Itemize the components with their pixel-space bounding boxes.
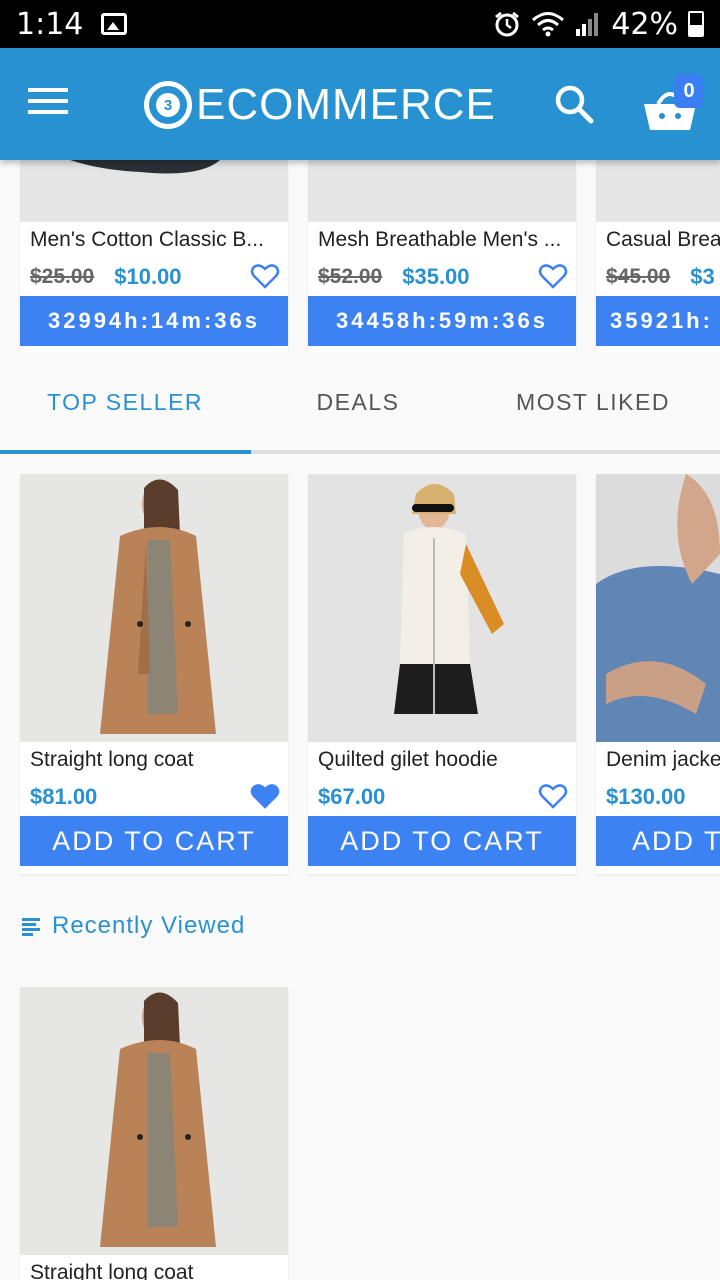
screen: { "status_bar": { "time": "1:14", "batte… <box>0 0 720 1280</box>
list-icon <box>22 918 40 936</box>
wifi-icon <box>532 12 565 37</box>
price-row: $25.00 $10.00 <box>20 258 288 296</box>
product-image <box>20 474 288 742</box>
product-image <box>20 987 288 1255</box>
logo-ring-icon: 3 <box>144 81 192 129</box>
old-price: $52.00 <box>318 265 383 288</box>
heart-outline-icon[interactable] <box>250 262 280 290</box>
logo-badge: 3 <box>156 93 180 117</box>
product-image <box>596 160 720 222</box>
heart-filled-icon[interactable] <box>250 782 280 810</box>
product-name: Denim jacke <box>606 748 720 771</box>
product-name: Straight long coat <box>30 1261 194 1280</box>
add-to-cart-button[interactable]: ADD TO CART <box>20 816 288 866</box>
old-price: $45.00 <box>606 265 671 288</box>
status-bar: 1:14 42% <box>0 0 720 48</box>
product-name: Mesh Breathable Men's ... <box>318 228 562 251</box>
image-notification-icon <box>101 13 128 35</box>
denim-jacket-photo <box>596 474 720 742</box>
product-name: Casual Brea <box>606 228 720 251</box>
product-name: Men's Cotton Classic B... <box>30 228 264 251</box>
tab-active-indicator <box>0 450 251 454</box>
price-row: $45.00 $3 <box>596 258 720 296</box>
menu-icon[interactable] <box>28 88 68 118</box>
old-price: $25.00 <box>30 265 95 288</box>
app-bar: 3 ECOMMERCE <box>0 48 720 160</box>
new-price: $35.00 <box>402 264 470 289</box>
product-card[interactable]: Denim jacke $130.00 ADD T <box>596 474 720 874</box>
product-card[interactable]: Straight long coat $81.00 ADD TO CART <box>20 474 288 874</box>
cart-count-badge: 0 <box>674 74 704 108</box>
status-icons: 42% <box>493 7 704 42</box>
price-row: $81.00 <box>20 778 288 816</box>
countdown-timer: 32994h:14m:36s <box>20 296 288 346</box>
countdown-timer: 34458h:59m:36s <box>308 296 576 346</box>
product-name: Quilted gilet hoodie <box>318 748 498 771</box>
tab-bar: TOP SELLER DEALS MOST LIKED <box>0 352 720 454</box>
price: $67.00 <box>318 784 386 809</box>
price: $130.00 <box>606 784 686 809</box>
recent-product-card[interactable]: Straight long coat <box>20 987 288 1280</box>
tab-deals[interactable]: DEALS <box>250 352 466 452</box>
new-price: $3 <box>690 264 715 289</box>
coat-photo <box>100 479 216 734</box>
coat-photo <box>100 992 216 1247</box>
product-image <box>308 474 576 742</box>
flash-deal-card[interactable]: Mesh Breathable Men's ... $52.00 $35.00 … <box>308 160 576 354</box>
new-price: $10.00 <box>114 264 182 289</box>
gilet-photo <box>394 484 504 714</box>
recently-viewed-heading: Recently Viewed <box>22 912 245 940</box>
product-image <box>596 474 720 742</box>
product-name: Straight long coat <box>30 748 194 771</box>
price: $81.00 <box>30 784 98 809</box>
battery-icon <box>688 11 704 37</box>
status-time: 1:14 <box>16 6 84 42</box>
price-row: $52.00 $35.00 <box>308 258 576 296</box>
add-to-cart-button[interactable]: ADD TO CART <box>308 816 576 866</box>
shoe-image <box>70 160 220 174</box>
price-row: $67.00 <box>308 778 576 816</box>
heart-outline-icon[interactable] <box>538 262 568 290</box>
product-image <box>308 160 576 222</box>
heart-outline-icon[interactable] <box>538 782 568 810</box>
alarm-icon <box>495 11 520 37</box>
search-icon[interactable] <box>554 84 594 124</box>
countdown-timer: 35921h: <box>596 296 720 346</box>
tab-most-liked[interactable]: MOST LIKED <box>466 352 720 452</box>
recently-viewed-title: Recently Viewed <box>52 912 246 939</box>
flash-deal-card[interactable]: Men's Cotton Classic B... $25.00 $10.00 … <box>20 160 288 354</box>
flash-deal-card[interactable]: Casual Brea $45.00 $3 35921h: <box>596 160 720 354</box>
add-to-cart-button[interactable]: ADD T <box>596 816 720 866</box>
product-image <box>20 160 288 222</box>
battery-percent: 42% <box>611 6 678 42</box>
app-logo: 3 ECOMMERCE <box>144 80 496 130</box>
signal-icon <box>576 13 599 36</box>
logo-text: ECOMMERCE <box>196 80 496 129</box>
product-card[interactable]: Quilted gilet hoodie $67.00 ADD TO CART <box>308 474 576 874</box>
tab-top-seller[interactable]: TOP SELLER <box>0 352 250 452</box>
price-row: $130.00 <box>596 778 720 816</box>
